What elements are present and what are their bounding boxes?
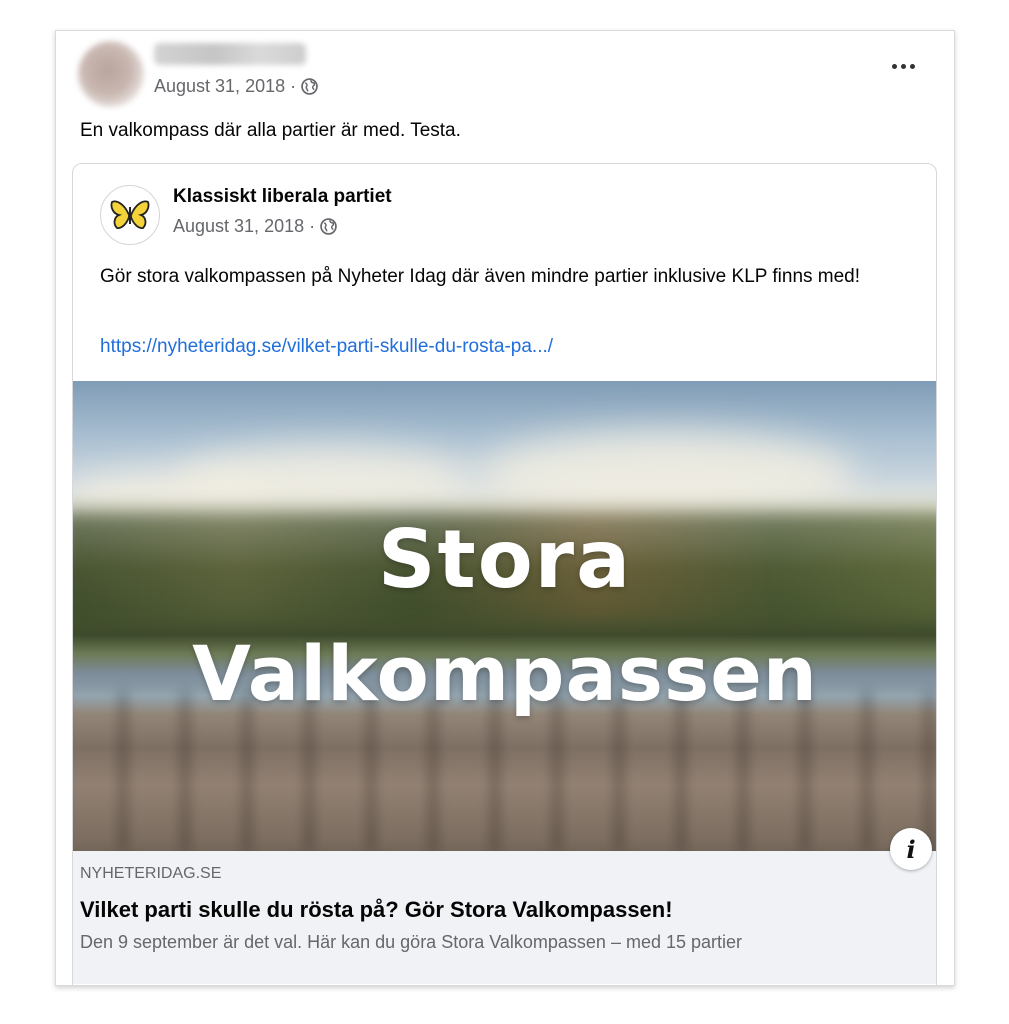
meta-separator: · — [290, 76, 297, 96]
post-date[interactable]: August 31, 2018 — [154, 76, 285, 97]
info-icon[interactable]: i — [890, 828, 932, 870]
facebook-post: August 31, 2018 · En valkompass där alla… — [55, 30, 955, 986]
link-title[interactable]: Vilket parti skulle du rösta på? Gör Sto… — [80, 897, 673, 923]
link-description: Den 9 september är det val. Här kan du g… — [80, 932, 743, 952]
post-text: En valkompass där alla partier är med. T… — [80, 120, 461, 141]
more-options-icon[interactable] — [892, 61, 918, 71]
shared-post-link[interactable]: https://nyheteridag.se/vilket-parti-skul… — [100, 336, 553, 358]
butterfly-icon — [110, 200, 150, 229]
image-cloud — [476, 431, 856, 521]
shared-post-text: Gör stora valkompassen på Nyheter Idag d… — [100, 266, 861, 287]
link-preview-footer: NYHETERIDAG.SE Vilket parti skulle du rö… — [73, 851, 936, 984]
image-title-line1: Stora — [377, 513, 633, 606]
post-meta: August 31, 2018 · — [154, 76, 318, 97]
shared-post-date[interactable]: August 31, 2018 — [173, 216, 304, 237]
author-name-blurred[interactable] — [154, 43, 306, 65]
globe-icon — [301, 78, 318, 95]
meta-separator: · — [309, 216, 316, 236]
globe-icon — [320, 218, 337, 235]
page-name[interactable]: Klassiskt liberala partiet — [173, 186, 392, 208]
image-title-line2: Valkompassen — [192, 629, 818, 718]
shared-post-meta: August 31, 2018 · — [173, 216, 337, 237]
link-preview-image[interactable]: Stora Valkompassen — [73, 381, 936, 851]
author-avatar-blurred[interactable] — [78, 41, 144, 107]
page-logo[interactable] — [100, 185, 160, 245]
link-domain: NYHETERIDAG.SE — [80, 865, 222, 882]
shared-post: Klassiskt liberala partiet August 31, 20… — [72, 163, 937, 985]
link-preview-card[interactable]: Stora Valkompassen i NYHETERIDAG.SE Vilk… — [73, 381, 936, 984]
